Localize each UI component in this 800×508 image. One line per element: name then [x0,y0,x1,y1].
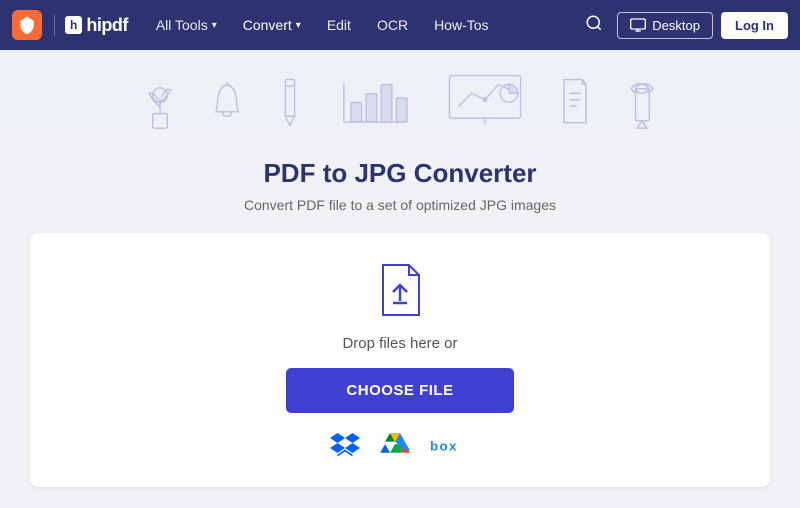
all-tools-chevron: ▾ [212,20,217,31]
drop-text: Drop files here or [342,335,457,352]
login-button[interactable]: Log In [721,12,788,39]
hipdf-icon-badge: h [65,16,82,34]
dropbox-button[interactable] [330,433,360,459]
desktop-icon [630,18,646,32]
main-content: PDF to JPG Converter Convert PDF file to… [0,130,800,507]
nav-links: All Tools ▾ Convert ▾ Edit OCR How-Tos [144,11,579,39]
nav-item-all-tools[interactable]: All Tools ▾ [144,11,229,39]
nav-item-ocr[interactable]: OCR [365,11,420,39]
wondershare-logo[interactable] [12,10,42,40]
monitor-illustration [445,70,525,130]
upload-icon-wrap [375,263,425,323]
pencil-illustration [275,75,305,130]
dropbox-icon [330,433,360,459]
svg-text:box: box [430,439,458,454]
search-button[interactable] [579,8,609,43]
pen-illustration [625,75,660,130]
plant-illustration [140,75,180,130]
doc-illustration [555,75,595,130]
nav-item-convert[interactable]: Convert ▾ [231,11,313,39]
nav-item-edit[interactable]: Edit [315,11,363,39]
hero-illustrations [0,70,800,130]
upload-area: Drop files here or CHOOSE FILE [30,233,770,487]
brand-logo: h hipdf [12,10,128,40]
upload-file-icon [375,263,425,318]
box-icon: box [430,437,470,455]
gdrive-button[interactable] [380,433,410,459]
bell-illustration [210,80,245,130]
page-subtitle: Convert PDF file to a set of optimized J… [244,197,556,213]
hipdf-logo[interactable]: h hipdf [54,15,128,36]
navbar: h hipdf All Tools ▾ Convert ▾ Edit OCR H… [0,0,800,50]
chart-illustration [335,75,415,130]
nav-right: Desktop Log In [579,8,788,43]
box-button[interactable]: box [430,437,470,455]
convert-chevron: ▾ [296,20,301,31]
search-icon [585,14,603,32]
wondershare-icon [17,15,37,35]
nav-item-how-tos[interactable]: How-Tos [422,11,500,39]
hipdf-brand-name: hipdf [86,15,127,36]
hero-banner [0,50,800,130]
page-title: PDF to JPG Converter [263,158,536,189]
desktop-button[interactable]: Desktop [617,12,713,39]
cloud-icons: box [330,433,470,459]
choose-file-button[interactable]: CHOOSE FILE [286,368,513,413]
gdrive-icon [380,433,410,459]
